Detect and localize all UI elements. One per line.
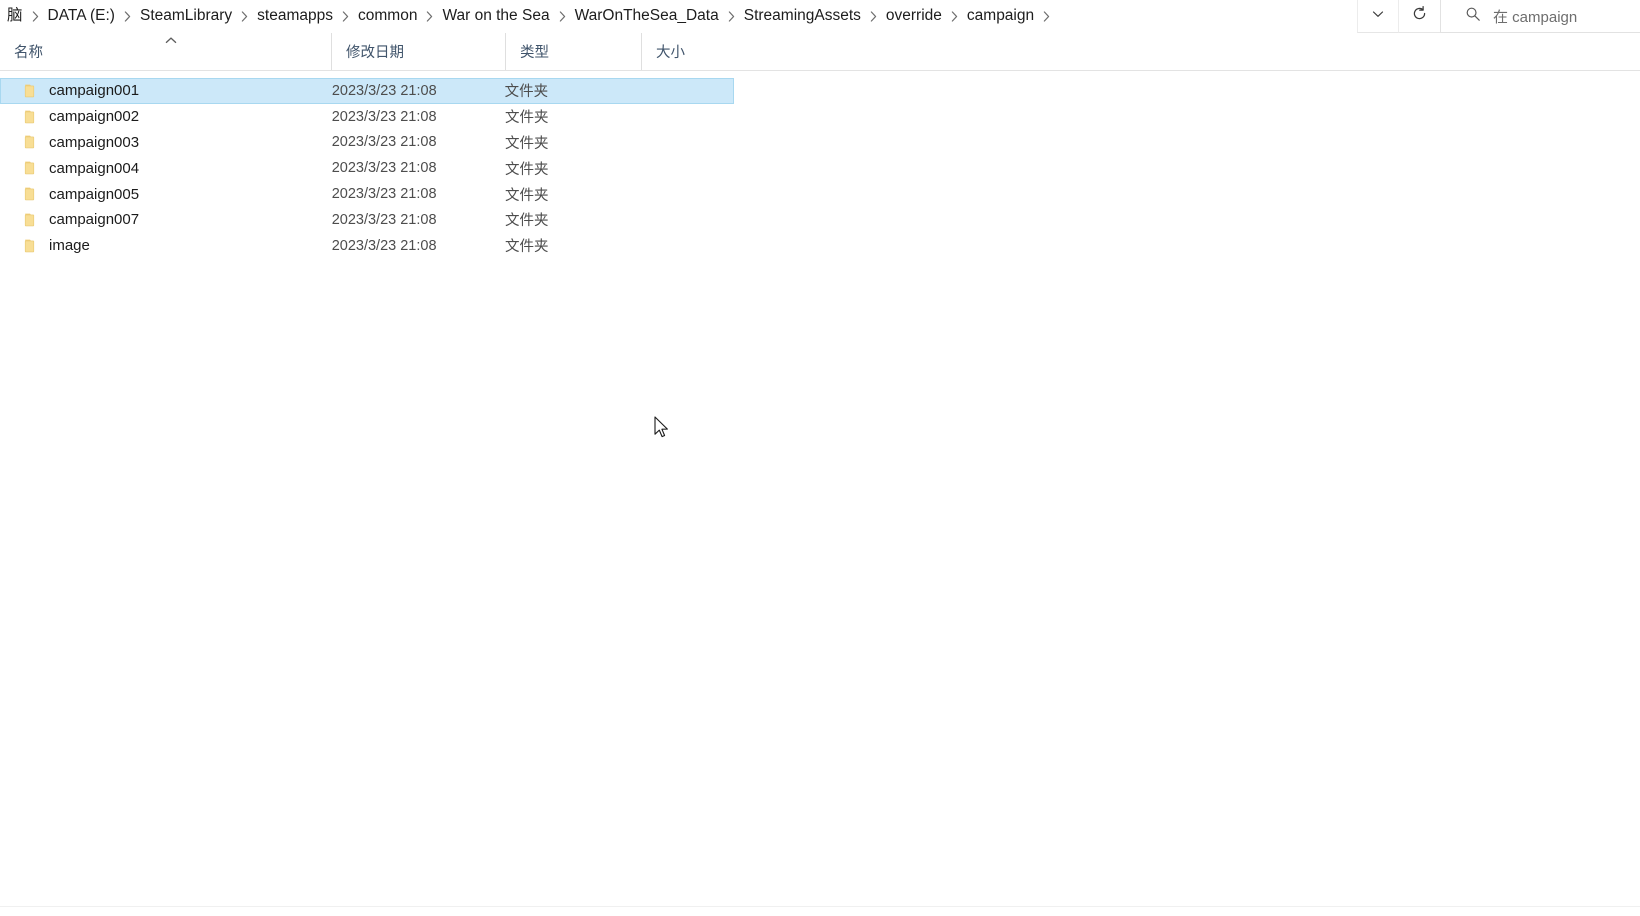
folder-icon bbox=[23, 160, 38, 176]
file-list-row[interactable]: campaign001 2023/3/23 21:08 文件夹 bbox=[0, 78, 734, 104]
breadcrumb-item[interactable]: common bbox=[353, 4, 422, 29]
file-name-cell[interactable]: image bbox=[0, 233, 330, 259]
file-name-label: campaign005 bbox=[49, 185, 140, 203]
file-type-cell: 文件夹 bbox=[504, 213, 549, 230]
file-date-cell: 2023/3/23 21:08 bbox=[331, 237, 437, 254]
file-size-cell bbox=[638, 155, 734, 181]
column-header-type[interactable]: 类型 bbox=[505, 33, 641, 70]
breadcrumb-item[interactable]: steamapps bbox=[252, 4, 338, 29]
file-list[interactable]: campaign001 2023/3/23 21:08 文件夹 campaign002… bbox=[0, 78, 1640, 259]
file-explorer-window: 脑 DATA (E:) SteamLibrary steamapps common War… bbox=[0, 0, 1640, 916]
refresh-icon bbox=[1411, 5, 1428, 27]
file-name-cell[interactable]: campaign001 bbox=[1, 79, 330, 103]
breadcrumb-item[interactable]: StreamingAssets bbox=[739, 4, 866, 29]
file-name-label: campaign003 bbox=[49, 133, 140, 151]
folder-icon bbox=[23, 238, 38, 254]
breadcrumb-separator-icon[interactable] bbox=[120, 10, 135, 23]
file-list-row[interactable]: image 2023/3/23 21:08 文件夹 bbox=[0, 233, 734, 259]
file-list-row[interactable]: campaign005 2023/3/23 21:08 文件夹 bbox=[0, 181, 734, 207]
breadcrumb-separator-icon[interactable] bbox=[338, 10, 353, 23]
file-size-cell bbox=[638, 104, 734, 130]
folder-icon bbox=[23, 186, 38, 202]
file-name-label: image bbox=[49, 237, 90, 255]
breadcrumb-item[interactable]: WarOnTheSea_Data bbox=[570, 4, 724, 29]
breadcrumb-item[interactable]: SteamLibrary bbox=[135, 4, 237, 29]
file-name-label: campaign001 bbox=[49, 82, 140, 100]
breadcrumb-separator-icon[interactable] bbox=[1039, 10, 1054, 23]
file-name-cell[interactable]: campaign007 bbox=[0, 207, 330, 233]
breadcrumb-item[interactable]: campaign bbox=[962, 4, 1039, 29]
address-history-dropdown-button[interactable] bbox=[1357, 0, 1398, 33]
file-size-cell bbox=[638, 207, 734, 233]
caret-up-icon bbox=[163, 35, 179, 47]
file-type-cell: 文件夹 bbox=[504, 84, 549, 101]
breadcrumb-item[interactable]: War on the Sea bbox=[437, 4, 554, 29]
breadcrumb-separator-icon[interactable] bbox=[28, 10, 43, 23]
breadcrumb-separator-icon[interactable] bbox=[555, 10, 570, 23]
file-size-cell bbox=[638, 130, 734, 156]
column-header-size[interactable]: 大小 bbox=[641, 33, 737, 70]
file-name-label: campaign002 bbox=[49, 108, 140, 126]
file-name-label: campaign007 bbox=[49, 211, 140, 229]
column-header-date-modified-label: 修改日期 bbox=[346, 45, 404, 61]
folder-icon bbox=[23, 212, 38, 228]
breadcrumb-separator-icon[interactable] bbox=[724, 10, 739, 23]
file-date-cell: 2023/3/23 21:08 bbox=[331, 211, 437, 228]
file-date-cell: 2023/3/23 21:08 bbox=[331, 186, 437, 203]
breadcrumb-item[interactable]: 脑 bbox=[2, 4, 28, 29]
file-size-cell bbox=[638, 181, 734, 207]
file-name-cell[interactable]: campaign002 bbox=[0, 104, 330, 130]
file-name-cell[interactable]: campaign005 bbox=[0, 181, 330, 207]
file-date-cell: 2023/3/23 21:08 bbox=[331, 160, 437, 177]
file-type-cell: 文件夹 bbox=[504, 187, 549, 204]
mouse-cursor bbox=[654, 416, 672, 442]
breadcrumb-separator-icon[interactable] bbox=[422, 10, 437, 23]
file-date-cell: 2023/3/23 21:08 bbox=[331, 108, 437, 125]
file-list-row[interactable]: campaign004 2023/3/23 21:08 文件夹 bbox=[0, 155, 734, 181]
column-header-type-label: 类型 bbox=[520, 45, 549, 61]
file-size-cell bbox=[638, 79, 733, 103]
file-type-cell: 文件夹 bbox=[504, 239, 549, 256]
file-name-cell[interactable]: campaign003 bbox=[0, 130, 330, 156]
breadcrumb-item[interactable]: override bbox=[881, 4, 947, 29]
address-bar: 脑 DATA (E:) SteamLibrary steamapps common War… bbox=[0, 0, 1640, 34]
file-date-cell: 2023/3/23 21:08 bbox=[331, 134, 437, 151]
refresh-button[interactable] bbox=[1398, 0, 1440, 33]
column-header-date-modified[interactable]: 修改日期 bbox=[331, 33, 505, 70]
chevron-down-icon bbox=[1370, 6, 1386, 27]
file-type-cell: 文件夹 bbox=[504, 135, 549, 152]
file-name-label: campaign004 bbox=[49, 159, 140, 177]
folder-icon bbox=[23, 83, 38, 99]
column-header-name-label: 名称 bbox=[14, 45, 43, 61]
file-list-row[interactable]: campaign007 2023/3/23 21:08 文件夹 bbox=[0, 207, 734, 233]
breadcrumb-separator-icon[interactable] bbox=[237, 10, 252, 23]
breadcrumb[interactable]: 脑 DATA (E:) SteamLibrary steamapps common War… bbox=[0, 0, 1357, 34]
file-date-cell: 2023/3/23 21:08 bbox=[331, 82, 437, 99]
file-type-cell: 文件夹 bbox=[504, 161, 549, 178]
breadcrumb-separator-icon[interactable] bbox=[866, 10, 881, 23]
search-box[interactable]: 在 campaign bbox=[1440, 0, 1640, 33]
breadcrumb-separator-icon[interactable] bbox=[947, 10, 962, 23]
window-bottom-divider bbox=[0, 906, 1640, 907]
file-name-cell[interactable]: campaign004 bbox=[0, 155, 330, 181]
folder-icon bbox=[23, 109, 38, 125]
file-list-row[interactable]: campaign002 2023/3/23 21:08 文件夹 bbox=[0, 104, 734, 130]
folder-icon bbox=[23, 134, 38, 150]
search-icon bbox=[1465, 6, 1481, 27]
search-input[interactable]: 在 campaign bbox=[1493, 6, 1577, 27]
breadcrumb-item[interactable]: DATA (E:) bbox=[43, 4, 120, 29]
file-size-cell bbox=[638, 233, 734, 259]
column-header-size-label: 大小 bbox=[656, 45, 685, 61]
file-list-row[interactable]: campaign003 2023/3/23 21:08 文件夹 bbox=[0, 130, 734, 156]
file-type-cell: 文件夹 bbox=[504, 110, 549, 127]
column-header-row: 名称 修改日期 类型 大小 bbox=[0, 33, 1640, 71]
